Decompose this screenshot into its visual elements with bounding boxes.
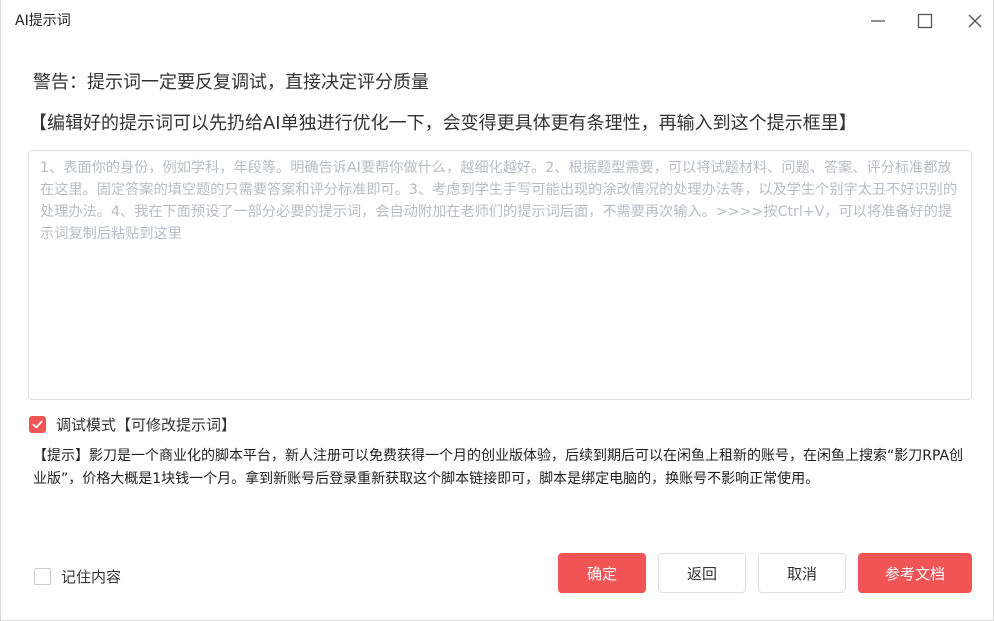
maximize-icon bbox=[917, 13, 933, 29]
minimize-icon bbox=[871, 20, 885, 22]
confirm-button[interactable]: 确定 bbox=[558, 553, 646, 593]
prompt-input[interactable] bbox=[28, 150, 972, 400]
cancel-button[interactable]: 取消 bbox=[758, 553, 846, 593]
remember-checkbox[interactable] bbox=[34, 567, 51, 585]
warning-text: 警告：提示词一定要反复调试，直接决定评分质量 bbox=[33, 72, 429, 93]
maximize-button[interactable] bbox=[912, 8, 938, 34]
debug-mode-label[interactable]: 调试模式【可修改提示词】 bbox=[56, 414, 236, 435]
close-button[interactable] bbox=[962, 8, 988, 34]
remember-row[interactable]: 记住内容 bbox=[34, 566, 121, 586]
title-bar[interactable]: AI提示词 bbox=[1, 0, 993, 42]
debug-mode-checkbox[interactable] bbox=[29, 415, 46, 433]
debug-mode-row[interactable]: 调试模式【可修改提示词】 bbox=[29, 413, 236, 435]
docs-button[interactable]: 参考文档 bbox=[858, 553, 972, 593]
optimization-tip: 【编辑好的提示词可以先扔给AI单独进行优化一下，会变得更具体更有条理性，再输入到… bbox=[29, 113, 857, 134]
minimize-button[interactable] bbox=[865, 8, 891, 34]
close-icon bbox=[968, 14, 982, 28]
notice-text: 【提示】影刀是一个商业化的脚本平台，新人注册可以免费获得一个月的创业版体验，后续… bbox=[33, 448, 964, 487]
back-button[interactable]: 返回 bbox=[658, 553, 746, 593]
ai-prompt-dialog: AI提示词 警告：提示词一定要反复调试，直接决定评分质量 【编辑好的提示词可以先… bbox=[0, 0, 994, 621]
window-title: AI提示词 bbox=[15, 13, 71, 29]
checkmark-icon bbox=[32, 420, 43, 428]
remember-label[interactable]: 记住内容 bbox=[61, 566, 121, 587]
